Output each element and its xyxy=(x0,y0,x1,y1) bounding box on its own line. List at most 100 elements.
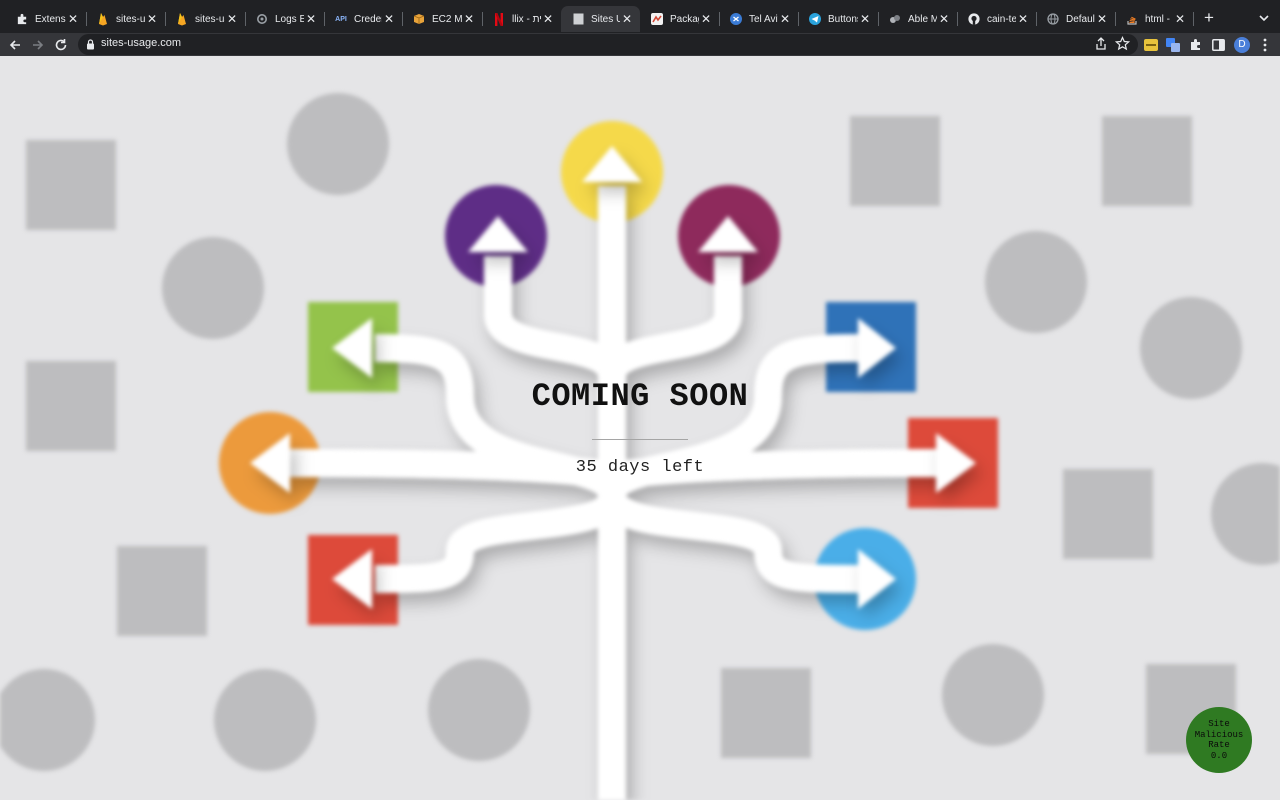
tab-title: Credent xyxy=(354,13,382,25)
forward-button[interactable] xyxy=(28,35,48,54)
tab-title: Default xyxy=(1066,13,1095,25)
bg-circle xyxy=(985,231,1087,333)
bg-square xyxy=(1102,116,1192,206)
new-tab-button[interactable]: + xyxy=(1199,8,1219,28)
browser-tab[interactable]: Package✕ xyxy=(640,6,720,32)
bg-square xyxy=(721,668,811,758)
malicious-rate-badge[interactable]: Site Malicious Rate 0.0 xyxy=(1186,707,1252,773)
kebab-menu-icon xyxy=(1263,38,1267,51)
page-title: COMING SOON xyxy=(531,378,749,415)
bg-square xyxy=(850,116,940,206)
close-tab-icon[interactable]: ✕ xyxy=(937,12,951,26)
browser-tab[interactable]: Tel Aviv✕ xyxy=(719,6,799,32)
browser-tab[interactable]: sites-us✕ xyxy=(165,6,246,32)
profile-button[interactable]: D xyxy=(1232,35,1252,54)
tab-title: Sites Us xyxy=(591,13,620,25)
bg-circle xyxy=(287,93,389,195)
tab-title: html - H xyxy=(1145,13,1173,25)
tab-strip: Extensio✕sites-us✕sites-us✕Logs Ex✕APICr… xyxy=(0,0,1280,33)
translate-extension-button[interactable] xyxy=(1163,35,1183,54)
tab-title: cain-tec xyxy=(987,13,1016,25)
close-tab-icon[interactable]: ✕ xyxy=(225,12,239,26)
close-tab-icon[interactable]: ✕ xyxy=(304,12,318,26)
browser-tab[interactable]: Sites Us✕ xyxy=(561,6,640,32)
telegram-icon xyxy=(808,12,822,26)
box-icon xyxy=(412,12,426,26)
back-arrow-icon xyxy=(9,39,20,50)
badge-line: Malicious xyxy=(1194,729,1244,740)
star-icon xyxy=(1114,36,1131,51)
close-tab-icon[interactable]: ✕ xyxy=(1095,12,1109,26)
address-bar[interactable]: sites-usage.com xyxy=(78,34,1138,55)
close-tab-icon[interactable]: ✕ xyxy=(620,12,634,26)
countdown-text: 35 days left xyxy=(575,458,705,477)
firebase-icon xyxy=(175,12,189,26)
tab-title: sites-us xyxy=(116,13,145,25)
chevron-down-icon xyxy=(1259,15,1269,22)
bg-square xyxy=(26,361,116,451)
badge-line: Site xyxy=(1208,719,1230,729)
extension-keys-button[interactable] xyxy=(1141,35,1161,54)
close-tab-icon[interactable]: ✕ xyxy=(145,12,159,26)
browser-tab[interactable]: html - H✕ xyxy=(1115,6,1194,32)
close-tab-icon[interactable]: ✕ xyxy=(778,12,792,26)
share-icon xyxy=(1096,37,1106,50)
divider xyxy=(592,439,688,440)
branch-red-left xyxy=(374,492,626,593)
bookmark-button[interactable] xyxy=(1114,36,1131,56)
key-extension-icon xyxy=(1144,38,1158,51)
page-icon xyxy=(571,12,585,26)
close-tab-icon[interactable]: ✕ xyxy=(858,12,872,26)
close-tab-icon[interactable]: ✕ xyxy=(1173,12,1187,26)
puzzle-icon xyxy=(1190,39,1200,50)
forward-arrow-icon xyxy=(33,39,44,50)
browser-menu-button[interactable] xyxy=(1255,35,1275,54)
tab-title: Able Mo xyxy=(908,13,937,25)
bg-circle xyxy=(0,669,95,771)
coming-soon-block: COMING SOON 35 days left xyxy=(440,378,840,477)
reload-icon xyxy=(55,38,67,50)
close-tab-icon[interactable]: ✕ xyxy=(541,12,555,26)
side-panel-icon xyxy=(1211,38,1225,51)
close-tab-icon[interactable]: ✕ xyxy=(1016,12,1030,26)
bg-square xyxy=(117,546,207,636)
bg-circle xyxy=(942,644,1044,746)
browser-tab[interactable]: llix - בית✕ xyxy=(482,6,561,32)
browser-tab[interactable]: cain-tec✕ xyxy=(957,6,1037,32)
gear-icon xyxy=(255,12,269,26)
bg-circle xyxy=(214,669,316,771)
side-panel-button[interactable] xyxy=(1208,35,1228,54)
tab-title: Logs Ex xyxy=(275,13,304,25)
telaviv-icon xyxy=(729,12,743,26)
close-tab-icon[interactable]: ✕ xyxy=(382,12,396,26)
extensions-button[interactable] xyxy=(1185,35,1205,54)
bg-square xyxy=(1063,469,1153,559)
stack-icon xyxy=(1125,12,1139,26)
share-button[interactable] xyxy=(1094,36,1108,57)
branch-light-blue xyxy=(598,492,861,593)
translate-icon xyxy=(1166,37,1180,52)
avatar: D xyxy=(1234,36,1250,53)
url-text: sites-usage.com xyxy=(101,37,182,49)
reload-button[interactable] xyxy=(51,35,71,54)
browser-tab[interactable]: EC2 Ma✕ xyxy=(402,6,483,32)
browser-tab[interactable]: API Credent✕ xyxy=(324,6,403,32)
browser-tab[interactable]: Buttons✕ xyxy=(798,6,879,32)
globe-icon xyxy=(1046,12,1060,26)
browser-tab[interactable]: Able Mo✕ xyxy=(878,6,958,32)
back-button[interactable] xyxy=(5,35,25,54)
close-tab-icon[interactable]: ✕ xyxy=(462,12,476,26)
browser-tab[interactable]: sites-us✕ xyxy=(86,6,166,32)
tab-search-button[interactable] xyxy=(1255,9,1273,27)
package-icon xyxy=(650,12,664,26)
browser-tab[interactable]: Default ✕ xyxy=(1036,6,1116,32)
tab-title: Buttons xyxy=(828,13,858,25)
bg-circle xyxy=(428,659,530,761)
able-icon xyxy=(888,12,902,26)
lock-icon xyxy=(87,39,94,50)
close-tab-icon[interactable]: ✕ xyxy=(699,12,713,26)
close-tab-icon[interactable]: ✕ xyxy=(66,12,80,26)
browser-tab[interactable]: Extensio✕ xyxy=(5,6,87,32)
tab-title: Extensio xyxy=(35,13,66,25)
browser-tab[interactable]: Logs Ex✕ xyxy=(245,6,325,32)
